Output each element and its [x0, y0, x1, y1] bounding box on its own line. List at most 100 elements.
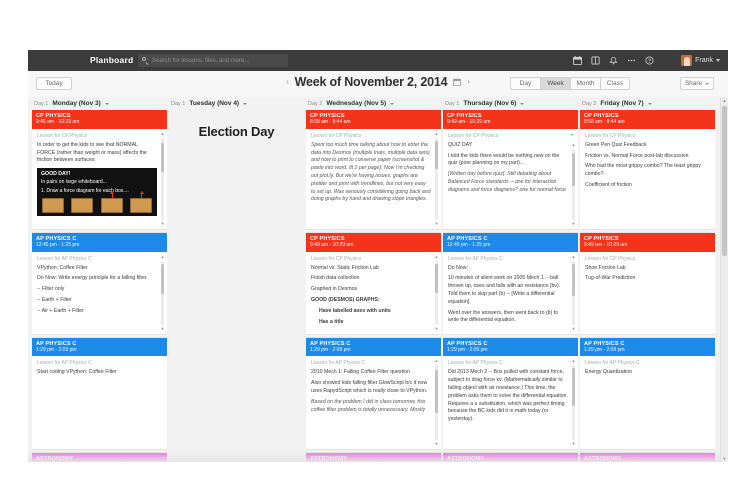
- scroll-up-icon[interactable]: ▲: [572, 359, 576, 363]
- scroll-up-icon[interactable]: ▲: [721, 97, 728, 104]
- scroll-thumb[interactable]: [161, 264, 164, 294]
- lesson-text: Tug-of-War Prediction: [585, 275, 636, 282]
- lesson-text: GOOD (DESMOS) GRAPHS:: [311, 296, 380, 303]
- lesson-label: Lesson for AP Physics C: [585, 360, 640, 367]
- lesson-card[interactable]: AP PHYSICS C 1:29 pm - 2:09 pm Lesson fo…: [580, 337, 715, 450]
- scroll-thumb[interactable]: [572, 368, 575, 406]
- share-button[interactable]: Share: [680, 77, 714, 90]
- lesson-card-header: CP PHYSICS 9:49 am - 10:29 am: [32, 110, 167, 129]
- scroll-track[interactable]: [435, 137, 438, 220]
- scroll-track[interactable]: [435, 365, 438, 441]
- lesson-text: 2010 Mech 1: Falling Coffee Filter quest…: [311, 369, 410, 376]
- day-header[interactable]: Day 1 Thursday (Nov 6): [443, 97, 578, 110]
- scroll-up-icon[interactable]: ▲: [161, 131, 165, 136]
- scroll-up-icon[interactable]: ▲: [572, 254, 576, 259]
- scroll-down-icon[interactable]: ▼: [721, 455, 728, 462]
- chevron-down-icon[interactable]: [570, 133, 574, 136]
- lesson-card[interactable]: AP PHYSICS C 12:45 pm - 1:25 pm Lesson f…: [443, 232, 578, 334]
- lesson-card[interactable]: AP PHYSICS C 12:45 pm - 1:25 pm Lesson f…: [32, 232, 167, 334]
- lesson-text: Has a title: [319, 318, 344, 325]
- lesson-card[interactable]: CP PHYSICS 9:49 am - 10:29 am Lesson for…: [580, 232, 715, 334]
- scroll-down-icon[interactable]: ▼: [435, 221, 439, 226]
- scroll-track[interactable]: [572, 365, 575, 441]
- scroll-track[interactable]: [161, 260, 164, 325]
- scroll-up-icon[interactable]: ▲: [572, 142, 576, 147]
- search-input[interactable]: Search for lessons, files, and more...: [138, 54, 288, 67]
- day-body: CP PHYSICS 8:58 am - 9:44 am Lesson for …: [580, 110, 715, 462]
- bottom-fade: [28, 450, 728, 462]
- scroll-thumb[interactable]: [572, 264, 575, 297]
- lesson-card[interactable]: CP PHYSICS 9:49 am - 10:29 am Lesson for…: [443, 110, 578, 229]
- bell-icon[interactable]: [609, 56, 618, 65]
- day-header[interactable]: Day 2 Friday (Nov 7): [580, 97, 715, 110]
- prev-week-button[interactable]: ‹: [286, 78, 289, 86]
- scroll-thumb[interactable]: [435, 369, 438, 414]
- tab-month[interactable]: Month: [570, 77, 600, 90]
- help-icon[interactable]: [645, 56, 654, 65]
- scroll-thumb[interactable]: [161, 142, 164, 173]
- book-icon[interactable]: [591, 56, 600, 65]
- scroll-thumb[interactable]: [722, 106, 727, 256]
- card-scrollbar[interactable]: ▲ ▼: [571, 359, 576, 446]
- lesson-card-body: Lesson for AP Physics C Energy Quantizat…: [580, 356, 715, 450]
- user-menu[interactable]: Frank: [681, 54, 720, 67]
- day-body: CP PHYSICS 9:49 am - 10:29 am Lesson for…: [32, 110, 167, 462]
- card-scrollbar[interactable]: ▲ ▼: [434, 254, 439, 331]
- scroll-down-icon[interactable]: ▼: [161, 221, 165, 226]
- lesson-card[interactable]: CP PHYSICS 8:58 am - 9:44 am Lesson for …: [306, 110, 441, 229]
- tab-day[interactable]: Day: [510, 77, 540, 90]
- day-name: Friday (Nov 7): [600, 100, 644, 107]
- card-scrollbar[interactable]: ▲ ▼: [160, 254, 165, 331]
- lesson-card[interactable]: CP PHYSICS 9:49 am - 10:29 am Lesson for…: [32, 110, 167, 229]
- day-header[interactable]: Day 1 Monday (Nov 3): [32, 97, 167, 110]
- day-name: Thursday (Nov 6): [463, 100, 517, 107]
- card-scrollbar[interactable]: ▲ ▼: [434, 131, 439, 226]
- card-scrollbar[interactable]: ▲ ▼: [160, 131, 165, 226]
- chevron-down-icon: [716, 59, 720, 62]
- day-number: Day 1: [171, 100, 186, 107]
- calendar-picker-icon[interactable]: [453, 78, 462, 86]
- scroll-down-icon[interactable]: ▼: [572, 442, 576, 446]
- day-header[interactable]: Day 2 Wednesday (Nov 5): [306, 97, 441, 110]
- scroll-up-icon[interactable]: ▲: [435, 254, 439, 259]
- share-label: Share: [684, 80, 703, 87]
- scroll-thumb[interactable]: [435, 264, 438, 293]
- scroll-track[interactable]: [572, 148, 575, 220]
- more-icon[interactable]: [627, 56, 636, 65]
- card-scrollbar[interactable]: ▲ ▼: [434, 359, 439, 446]
- day-header[interactable]: Day 1 Tuesday (Nov 4): [169, 97, 304, 110]
- tab-week[interactable]: Week: [540, 77, 570, 90]
- scroll-down-icon[interactable]: ▼: [161, 326, 165, 331]
- scroll-thumb[interactable]: [435, 141, 438, 169]
- page-scrollbar[interactable]: ▲ ▼: [720, 97, 728, 462]
- lesson-card[interactable]: AP PHYSICS C 1:29 pm - 2:09 pm Lesson fo…: [32, 337, 167, 450]
- scroll-down-icon[interactable]: ▼: [435, 442, 439, 446]
- scroll-up-icon[interactable]: ▲: [435, 131, 439, 136]
- scroll-down-icon[interactable]: ▼: [572, 326, 576, 331]
- calendar-icon[interactable]: [573, 56, 582, 65]
- day-column-thursday: Day 1 Thursday (Nov 6) CP PHYSICS 9:49 a…: [443, 97, 578, 462]
- lesson-card[interactable]: AP PHYSICS C 1:29 pm - 2:09 pm Lesson fo…: [306, 337, 441, 450]
- lesson-text: -- Air + Earth + Filter: [37, 307, 84, 314]
- tab-class[interactable]: Class: [600, 77, 630, 90]
- lesson-time: 9:49 am - 10:29 am: [310, 241, 354, 248]
- scroll-up-icon[interactable]: ▲: [161, 254, 165, 259]
- scroll-thumb[interactable]: [572, 153, 575, 186]
- card-scrollbar[interactable]: ▲ ▼: [571, 254, 576, 331]
- lesson-card-header: AP PHYSICS C 12:45 pm - 1:25 pm: [32, 232, 167, 252]
- user-name: Frank: [695, 57, 713, 64]
- lesson-card[interactable]: AP PHYSICS C 1:29 pm - 2:09 pm Lesson fo…: [443, 337, 578, 450]
- lesson-card[interactable]: CP PHYSICS 9:49 am - 10:29 am Lesson for…: [306, 232, 441, 334]
- scroll-track[interactable]: [572, 260, 575, 325]
- lesson-card-body: Lesson for CP Physics Spent too much tim…: [306, 128, 441, 229]
- scroll-track[interactable]: [435, 260, 438, 325]
- scroll-up-icon[interactable]: ▲: [435, 359, 439, 363]
- force-arrow-icon: [139, 191, 144, 200]
- scroll-down-icon[interactable]: ▼: [435, 326, 439, 331]
- lesson-card-header: CP PHYSICS 9:49 am - 10:29 am: [306, 232, 441, 252]
- scroll-down-icon[interactable]: ▼: [572, 221, 576, 226]
- scroll-track[interactable]: [161, 137, 164, 220]
- next-week-button[interactable]: ›: [467, 78, 470, 86]
- card-scrollbar[interactable]: ▲ ▼: [571, 142, 576, 226]
- lesson-card[interactable]: CP PHYSICS 8:58 am - 9:44 am Lesson for …: [580, 110, 715, 229]
